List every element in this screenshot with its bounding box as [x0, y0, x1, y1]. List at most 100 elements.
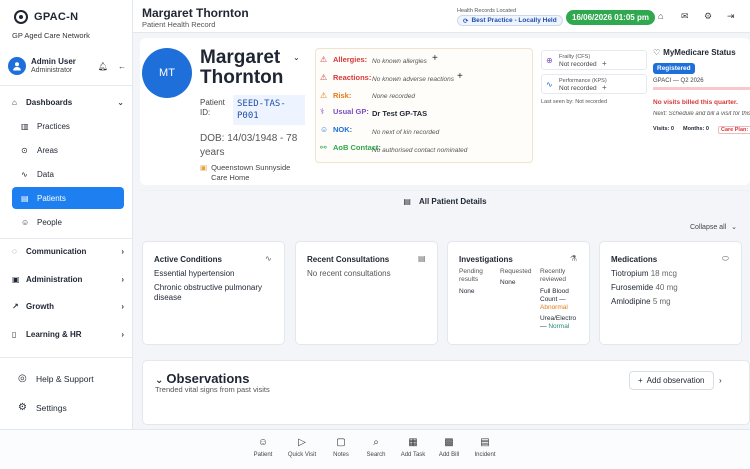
gear-icon[interactable]: ⚙ [704, 11, 712, 22]
toolbar-add-bill-button[interactable]: ▩ Add Bill [429, 437, 469, 458]
org-name: GP Aged Care Network [12, 31, 90, 40]
observations-title[interactable]: ⌄ Observations [155, 371, 249, 386]
medication-item[interactable]: Amlodipine 5 mg [611, 297, 671, 306]
sidebar-item-data[interactable]: ∿ Data [12, 163, 124, 185]
pulse-icon[interactable]: ∿ [265, 254, 272, 263]
logout-icon[interactable]: ⇥ [727, 11, 735, 22]
sidebar-item-patients[interactable]: ▤ Patients [12, 187, 124, 209]
investigation-item[interactable]: Full Blood Count — Abnormal [540, 288, 582, 312]
add-kpi-button[interactable]: + [602, 83, 607, 92]
pulse-icon: ∿ [546, 80, 553, 89]
chevron-right-icon[interactable]: › [719, 376, 722, 385]
patient-card: MT Margaret Thornton ⌄ Patient ID: SEED-… [140, 38, 750, 206]
sync-icon: ⟳ [463, 17, 469, 25]
clinical-alerts: ⚠ Allergies: No known allergies + ⚠ Reac… [315, 48, 533, 163]
home-icon[interactable]: ⌂ [658, 11, 663, 21]
page-header: Margaret Thornton Patient Health Record … [133, 0, 750, 33]
help-support-link[interactable]: ◎ Help & Support [18, 373, 94, 384]
divider [0, 357, 133, 358]
warning-icon: ⚠ [320, 91, 328, 100]
brand[interactable]: GPAC-N [14, 10, 78, 24]
toolbar-incident-button[interactable]: ▤ Incident [465, 437, 505, 458]
sidebar: GPAC-N GP Aged Care Network Admin User A… [0, 0, 133, 469]
observations-title-text: Observations [166, 371, 250, 386]
stat-visits: Visits: 0 [653, 126, 674, 132]
nav-group-label: Dashboards [26, 98, 73, 107]
add-observation-button[interactable]: + Add observation [629, 371, 714, 390]
nav-group-communication[interactable]: ◌ Communication › [12, 247, 124, 256]
toolbar-label: Patient [253, 452, 273, 458]
add-reaction-button[interactable]: + [457, 71, 463, 82]
page-subtitle: Patient Health Record [142, 20, 216, 29]
sidebar-item-practices[interactable]: ▥ Practices [12, 115, 124, 137]
mail-icon[interactable]: ✉ [681, 11, 689, 22]
nav-group-administration[interactable]: ▣ Administration › [12, 275, 124, 284]
nav-group-learning-hr[interactable]: ▯ Learning & HR › [12, 330, 124, 339]
facility-name: Queenstown Sunnyside Care Home [211, 163, 291, 182]
medication-name: Furosemide [611, 283, 654, 292]
datetime-badge: 16/06/2026 01:05 pm [566, 10, 655, 25]
medication-dose: 40 mg [655, 283, 678, 292]
flask-icon[interactable]: ⚗ [570, 254, 577, 263]
calculator-icon: ▩ [444, 437, 454, 448]
nav-group-growth[interactable]: ↗ Growth › [12, 302, 124, 311]
investigation-item[interactable]: Urea/Electro — Normal [540, 315, 582, 331]
medication-item[interactable]: Tiotropium 18 mcg [611, 269, 677, 278]
location-text: Best Practice - Locally Held [471, 17, 557, 24]
alert-nok: ☺ NOK: [320, 125, 352, 134]
toolbar-label: Quick Visit [287, 452, 317, 458]
collapse-all-button[interactable]: Collapse all ⌄ [690, 223, 737, 231]
sidebar-item-label: Data [37, 169, 54, 179]
pending-label: Pending results [459, 268, 483, 283]
toolbar-add-task-button[interactable]: ▦ Add Task [393, 437, 433, 458]
settings-link[interactable]: ⚙ Settings [18, 402, 67, 413]
toolbar-quick-visit-button[interactable]: ▷ Quick Visit [282, 437, 322, 458]
pending-value: None [459, 288, 475, 295]
toolbar-patient-button[interactable]: ☺ Patient [243, 437, 283, 458]
mymedicare-next: Next: Schedule and bill a visit for this… [653, 111, 750, 117]
add-observation-label: Add observation [646, 376, 705, 385]
add-kpi-button[interactable]: + [602, 59, 607, 68]
sidebar-item-areas[interactable]: ⊙ Areas [12, 139, 124, 161]
toolbar-search-button[interactable]: ⌕ Search [356, 437, 396, 458]
sidebar-item-label: Areas [37, 145, 58, 155]
search-icon: ⌕ [373, 437, 379, 448]
location-badge[interactable]: ⟳ Best Practice - Locally Held [457, 15, 563, 26]
alert-label: Reactions: [333, 73, 372, 82]
kpi-frailty[interactable]: ⊕ Frailty (CFS) Not recorded + [541, 50, 647, 70]
help-icon: ◎ [18, 373, 27, 384]
bell-icon[interactable]: 🔔︎ [98, 62, 108, 71]
add-allergy-button[interactable]: + [432, 53, 438, 64]
chevron-down-icon[interactable]: ⌄ [293, 53, 300, 62]
kpi-performance[interactable]: ∿ Performance (KPS) Not recorded + [541, 74, 647, 94]
requested-label: Requested [500, 268, 532, 275]
arrow-left-icon[interactable]: ← [118, 62, 126, 71]
sidebar-item-people[interactable]: ☺ People [12, 211, 124, 233]
patient-name: Margaret Thornton [200, 47, 284, 88]
mymedicare-warning: No visits billed this quarter. [653, 99, 738, 106]
medication-item[interactable]: Furosemide 40 mg [611, 283, 678, 292]
condition-item[interactable]: Essential hypertension [154, 269, 269, 279]
medication-name: Tiotropium [611, 269, 649, 278]
chevron-right-icon: › [121, 330, 124, 339]
heart-icon: ♡ [653, 48, 661, 57]
patient-facility[interactable]: ▣ Queenstown Sunnyside Care Home [200, 163, 300, 183]
book-icon: ▯ [12, 330, 17, 339]
condition-item[interactable]: Chronic obstructive pulmonary disease [154, 283, 269, 303]
all-patient-details-button[interactable]: ▤ All Patient Details [140, 190, 750, 212]
mymedicare-title: ♡ MyMedicare Status [653, 48, 736, 57]
toolbar-notes-button[interactable]: ▢ Notes [321, 437, 361, 458]
frailty-icon: ⊕ [546, 56, 553, 65]
divider [0, 85, 133, 86]
toolbar-label: Search [366, 452, 386, 458]
recent-label: Recently reviewed [540, 268, 567, 283]
document-icon[interactable]: ▤ [418, 254, 426, 263]
user-avatar[interactable] [8, 57, 26, 75]
nav-group-dashboards[interactable]: ⌂ Dashboards ⌄ [12, 98, 124, 107]
pill-icon[interactable]: ⬭ [722, 254, 729, 264]
chat-icon: ◌ [12, 247, 17, 256]
trend-icon: ↗ [12, 302, 19, 311]
brand-name: GPAC-N [34, 11, 79, 23]
stat-months: Months: 0 [683, 126, 709, 132]
warning-icon: ⚠ [320, 73, 328, 82]
